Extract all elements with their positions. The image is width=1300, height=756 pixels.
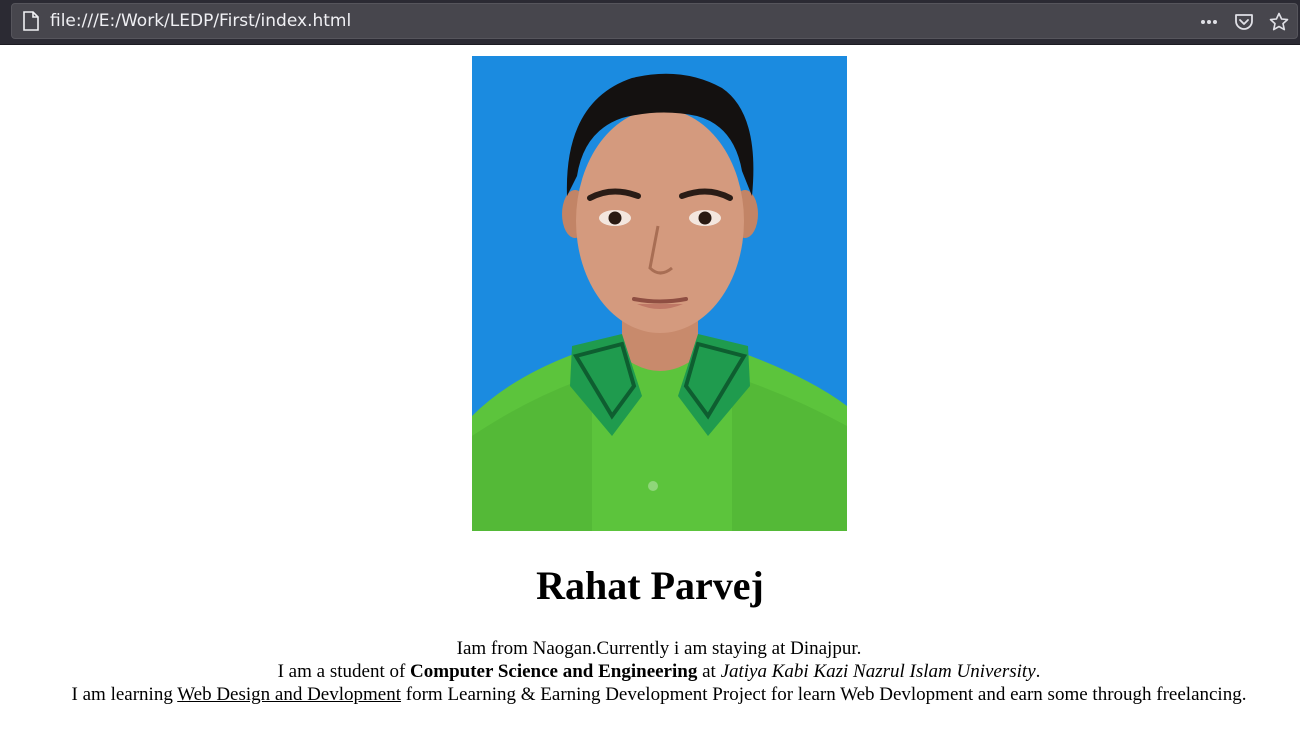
browser-toolbar: file:///E:/Work/LEDP/First/index.html — [0, 0, 1300, 45]
bio-line-2-suffix: . — [1035, 661, 1041, 682]
profile-photo — [472, 56, 847, 531]
url-bar[interactable]: file:///E:/Work/LEDP/First/index.html — [11, 3, 1298, 39]
university-text: Jatiya Kabi Kazi Nazrul Islam University — [720, 661, 1036, 682]
bio-text: Iam from Naogan.Currently i am staying a… — [9, 637, 1300, 706]
bio-line-1: Iam from Naogan.Currently i am staying a… — [456, 638, 862, 659]
bio-line-2-mid: at — [697, 661, 721, 682]
bio-line-3: I am learning Web Design and Devlopment … — [9, 683, 1300, 706]
degree-text: Computer Science and Engineering — [410, 661, 698, 682]
bio-line-3-suffix: form Learning & Earning Development Proj… — [401, 684, 1247, 705]
profile-name: Rahat Parvej — [536, 563, 764, 608]
bio-line-2-prefix: I am a student of — [277, 661, 411, 682]
bio-line-3-prefix: I am learning — [71, 684, 178, 705]
star-icon[interactable] — [1269, 12, 1289, 32]
web-design-link[interactable]: Web Design and Devlopment — [177, 684, 401, 705]
pocket-icon[interactable] — [1234, 12, 1254, 32]
more-icon[interactable] — [1199, 12, 1219, 32]
bio-line-2: I am a student of Computer Science and E… — [9, 660, 1300, 683]
portrait-illustration — [472, 56, 847, 531]
url-text[interactable]: file:///E:/Work/LEDP/First/index.html — [50, 11, 351, 31]
page-icon — [23, 11, 39, 31]
